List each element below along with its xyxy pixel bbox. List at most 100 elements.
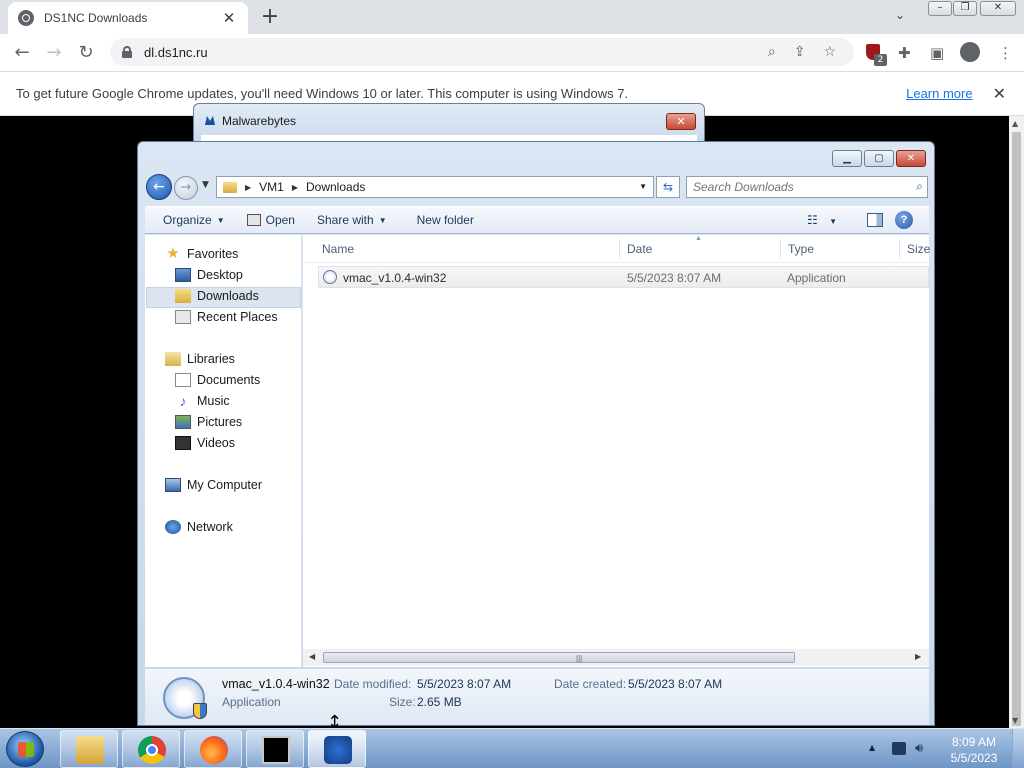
details-view-icon: ☷ bbox=[807, 213, 818, 227]
date-created-label: Date created: bbox=[554, 677, 627, 691]
explorer-search-box[interactable]: ⌕ bbox=[686, 176, 928, 198]
show-hidden-icons-icon[interactable]: ▲ bbox=[869, 743, 875, 752]
explorer-back-button[interactable]: ← bbox=[146, 174, 172, 200]
nav-pictures[interactable]: Pictures bbox=[175, 411, 242, 432]
explorer-minimize-button[interactable]: ▁ bbox=[832, 150, 862, 167]
column-name[interactable]: Name bbox=[322, 242, 354, 256]
tab-strip: DS1NC Downloads ✕ + ⌄ – ❐ ✕ bbox=[0, 0, 1024, 34]
new-tab-button[interactable]: + bbox=[258, 4, 282, 29]
recent-pages-dropdown-icon[interactable]: ▼ bbox=[202, 180, 209, 190]
breadcrumb-downloads[interactable]: Downloads bbox=[306, 180, 365, 194]
share-icon[interactable]: ⇪ bbox=[794, 44, 806, 60]
search-icon[interactable]: ⌕ bbox=[916, 179, 923, 194]
taskbar-firefox-button[interactable] bbox=[184, 730, 242, 768]
new-folder-button[interactable]: New folder bbox=[398, 213, 485, 227]
menu-kebab-icon[interactable]: ⋮ bbox=[998, 44, 1013, 62]
uac-shield-icon bbox=[193, 703, 207, 719]
malwarebytes-window[interactable]: Malwarebytes ✕ bbox=[193, 103, 705, 143]
learn-more-link[interactable]: Learn more bbox=[906, 86, 972, 101]
horizontal-scrollbar[interactable]: ◀ ||| ▶ bbox=[303, 649, 929, 666]
explorer-close-button[interactable]: ✕ bbox=[896, 150, 926, 167]
nav-downloads[interactable]: Downloads bbox=[175, 285, 259, 306]
horizontal-scrollbar-thumb[interactable]: ||| bbox=[323, 652, 795, 663]
nav-label: Videos bbox=[197, 435, 235, 450]
explorer-maximize-button[interactable]: ▢ bbox=[864, 150, 894, 167]
nav-label: Favorites bbox=[187, 246, 239, 261]
address-bar[interactable]: dl.ds1nc.ru ⌕ ⇪ ☆ bbox=[110, 38, 854, 66]
volume-icon[interactable]: 🔊︎ bbox=[915, 742, 929, 755]
minimize-button[interactable]: – bbox=[928, 1, 952, 16]
lock-icon bbox=[122, 46, 132, 58]
nav-label: My Computer bbox=[187, 477, 263, 492]
column-divider[interactable] bbox=[619, 239, 620, 259]
nav-network[interactable]: Network bbox=[165, 516, 233, 537]
breadcrumb-separator-icon[interactable]: ▶ bbox=[292, 183, 298, 192]
organize-button[interactable]: Organize ▼ bbox=[145, 213, 236, 227]
help-icon[interactable]: ? bbox=[895, 211, 913, 229]
network-tray-icon[interactable] bbox=[892, 742, 906, 755]
detail-file-name: vmac_v1.0.4-win32 bbox=[222, 677, 330, 691]
taskbar-explorer-button[interactable] bbox=[60, 730, 118, 768]
explorer-window-controls: ▁ ▢ ✕ bbox=[832, 150, 926, 167]
column-date[interactable]: Date bbox=[627, 242, 652, 256]
browser-toolbar: ← → ↻ dl.ds1nc.ru ⌕ ⇪ ☆ 2 ✚ ▣ ⋮ bbox=[0, 34, 1024, 71]
table-row[interactable]: vmac_v1.0.4-win32 5/5/2023 8:07 AM Appli… bbox=[318, 266, 929, 288]
taskbar-cmd-button[interactable] bbox=[246, 730, 304, 768]
explorer-address-bar[interactable]: ▶ VM1 ▶ Downloads ▼ bbox=[216, 176, 654, 198]
tab-close-icon[interactable]: ✕ bbox=[220, 9, 238, 27]
side-panel-icon[interactable]: ▣ bbox=[930, 44, 944, 62]
nav-desktop[interactable]: Desktop bbox=[175, 264, 243, 285]
share-with-label: Share with bbox=[316, 213, 374, 227]
nav-music[interactable]: ♪ Music bbox=[175, 390, 230, 411]
show-desktop-button[interactable] bbox=[1012, 729, 1024, 768]
system-clock[interactable]: 8:09 AM 5/5/2023 bbox=[946, 734, 1002, 766]
back-arrow-icon[interactable]: ← bbox=[10, 42, 34, 63]
scroll-up-icon[interactable]: ▲ bbox=[1012, 119, 1018, 128]
nav-videos[interactable]: Videos bbox=[175, 432, 235, 453]
search-input[interactable] bbox=[687, 177, 897, 197]
scroll-left-icon[interactable]: ◀ bbox=[309, 652, 315, 661]
nav-documents[interactable]: Documents bbox=[175, 369, 260, 390]
scroll-down-icon[interactable]: ▼ bbox=[1012, 716, 1018, 725]
page-vertical-scrollbar[interactable]: ▲ ▼ bbox=[1009, 116, 1024, 728]
taskbar-chrome-button[interactable] bbox=[122, 730, 180, 768]
forward-arrow-icon[interactable]: → bbox=[42, 42, 66, 63]
preview-pane-button[interactable] bbox=[867, 213, 883, 227]
window-close-button[interactable]: ✕ bbox=[980, 1, 1016, 16]
nav-my-computer[interactable]: My Computer bbox=[165, 474, 262, 495]
malwarebytes-close-button[interactable]: ✕ bbox=[666, 113, 696, 130]
column-divider[interactable] bbox=[780, 239, 781, 259]
explorer-window: ▁ ▢ ✕ ← → ▼ ▶ VM1 ▶ Downloads ▼ ⇆ ⌕ Orga… bbox=[137, 141, 935, 726]
taskbar-malwarebytes-button[interactable] bbox=[308, 730, 366, 768]
folder-icon bbox=[223, 181, 237, 193]
scroll-right-icon[interactable]: ▶ bbox=[915, 652, 921, 661]
file-list[interactable]: Name ▲ Date Type Size vmac_v1.0.4-win32 … bbox=[303, 235, 930, 667]
bookmark-star-icon[interactable]: ☆ bbox=[823, 44, 836, 60]
column-divider[interactable] bbox=[899, 239, 900, 259]
tab-search-chevron-icon[interactable]: ⌄ bbox=[895, 8, 905, 22]
breadcrumb-separator-icon[interactable]: ▶ bbox=[245, 183, 251, 192]
nav-recent-places[interactable]: Recent Places bbox=[175, 306, 278, 327]
extensions-puzzle-icon[interactable]: ✚ bbox=[898, 44, 911, 62]
address-dropdown-icon[interactable]: ▼ bbox=[639, 182, 647, 191]
command-prompt-icon bbox=[262, 736, 290, 764]
profile-avatar-icon[interactable] bbox=[960, 42, 980, 62]
search-icon[interactable]: ⌕ bbox=[768, 44, 776, 60]
restore-button[interactable]: ❐ bbox=[953, 1, 977, 16]
nav-libraries[interactable]: Libraries bbox=[165, 348, 235, 369]
tab-ds1nc-downloads[interactable]: DS1NC Downloads ✕ bbox=[8, 2, 248, 34]
open-button[interactable]: Open bbox=[236, 213, 306, 227]
breadcrumb-vm1[interactable]: VM1 bbox=[259, 180, 284, 194]
scrollbar-thumb[interactable] bbox=[1012, 132, 1021, 726]
infobar-close-icon[interactable]: ✕ bbox=[993, 84, 1006, 103]
nav-favorites[interactable]: ★ Favorites bbox=[165, 243, 238, 264]
column-size[interactable]: Size bbox=[907, 242, 930, 256]
firefox-icon bbox=[200, 736, 228, 764]
share-with-button[interactable]: Share with ▼ bbox=[306, 213, 398, 227]
column-type[interactable]: Type bbox=[788, 242, 814, 256]
refresh-icon[interactable]: ⇆ bbox=[656, 176, 680, 198]
change-view-button[interactable]: ☷ ▼ bbox=[807, 213, 837, 227]
explorer-forward-button[interactable]: → bbox=[174, 176, 198, 200]
start-button[interactable] bbox=[6, 731, 44, 767]
reload-icon[interactable]: ↻ bbox=[74, 42, 98, 63]
